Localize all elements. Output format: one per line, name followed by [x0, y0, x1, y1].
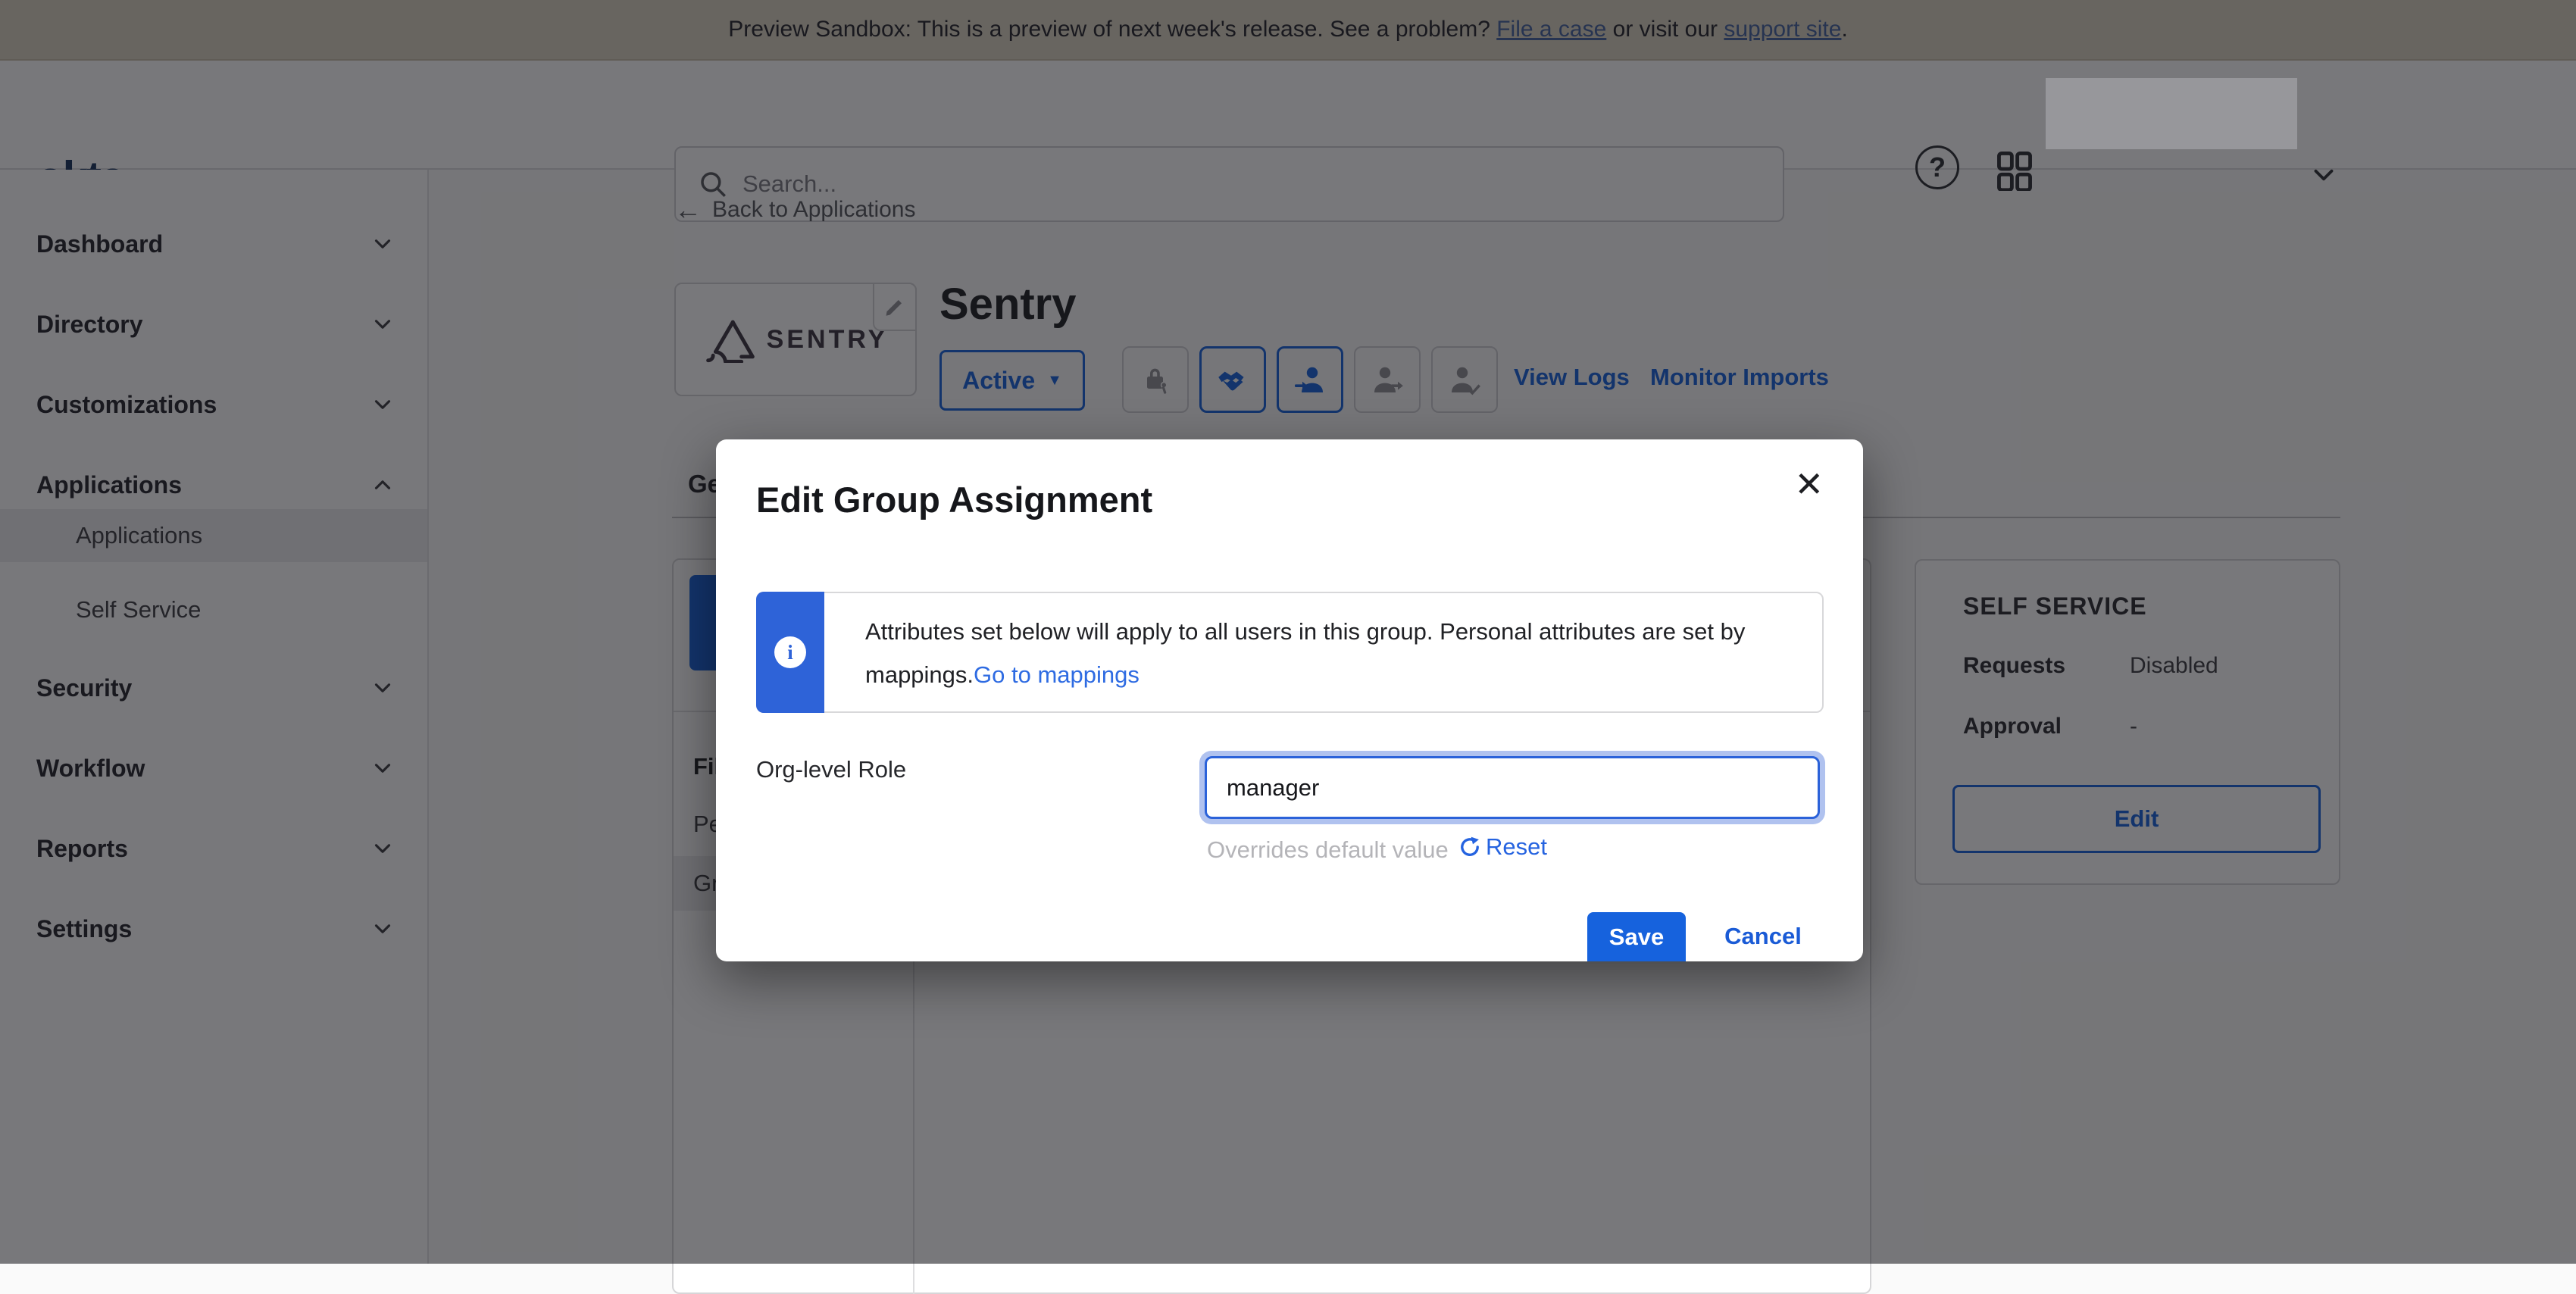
org-level-role-input[interactable] [1205, 756, 1820, 819]
override-note: Overrides default value [1207, 836, 1449, 864]
info-callout: i Attributes set below will apply to all… [756, 592, 1824, 713]
info-icon: i [774, 636, 806, 668]
reset-icon [1457, 834, 1483, 860]
org-level-role-label: Org-level Role [756, 756, 906, 783]
org-level-role-focus-ring [1199, 751, 1825, 824]
modal-title: Edit Group Assignment [756, 479, 1152, 520]
go-to-mappings-link[interactable]: Go to mappings [974, 661, 1140, 688]
save-button[interactable]: Save [1587, 912, 1686, 961]
info-callout-strip: i [756, 592, 824, 713]
close-icon[interactable]: ✕ [1794, 467, 1824, 502]
cancel-button[interactable]: Cancel [1708, 912, 1818, 961]
account-name-redaction [2046, 78, 2297, 149]
reset-label: Reset [1486, 833, 1547, 861]
reset-link[interactable]: Reset [1457, 833, 1547, 861]
edit-group-assignment-modal: ✕ Edit Group Assignment i Attributes set… [716, 439, 1863, 961]
